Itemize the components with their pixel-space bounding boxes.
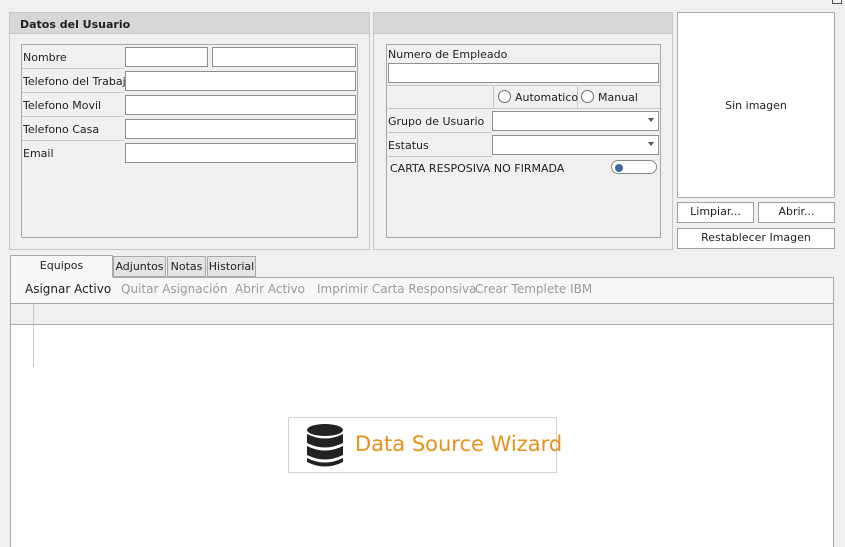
toggle-knob — [615, 164, 623, 172]
num-empleado-label: Numero de Empleado — [388, 48, 508, 61]
tab-adjuntos[interactable]: Adjuntos — [113, 256, 166, 277]
tel-trabajo-input[interactable] — [125, 71, 356, 91]
tab-equipos-asignados[interactable]: Equipos Asignados — [10, 255, 113, 292]
nombre-first-input[interactable] — [125, 47, 208, 67]
nombre-last-input[interactable] — [212, 47, 356, 67]
remove-assignment-button[interactable]: Quitar Asignación — [121, 282, 227, 296]
clear-image-button[interactable]: Limpiar... — [677, 202, 754, 223]
print-letter-button[interactable]: Imprimir Carta Responsiva — [317, 282, 476, 296]
email-label: Email — [23, 147, 54, 160]
grid-header — [11, 304, 833, 325]
radio-automatico[interactable] — [498, 90, 511, 103]
radio-manual-label: Manual — [598, 91, 638, 104]
data-source-wizard-button[interactable]: Data Source Wizard — [288, 417, 562, 473]
assign-asset-button[interactable]: Asignar Activo — [25, 282, 111, 296]
image-placeholder-text: Sin imagen — [725, 99, 787, 112]
open-asset-button[interactable]: Abrir Activo — [235, 282, 305, 296]
estatus-label: Estatus — [388, 139, 429, 152]
employee-panel-header — [373, 12, 673, 34]
user-panel-header: Datos del Usuario — [9, 12, 370, 34]
create-template-button[interactable]: Crear Templete IBM — [475, 282, 592, 296]
radio-manual[interactable] — [581, 90, 594, 103]
data-source-wizard-label: Data Source Wizard — [355, 432, 563, 456]
num-empleado-input[interactable] — [388, 63, 659, 83]
email-input[interactable] — [125, 143, 356, 163]
chevron-down-icon — [648, 142, 654, 146]
reset-image-button[interactable]: Restablecer Imagen — [677, 228, 835, 249]
nombre-label: Nombre — [23, 51, 67, 64]
tab-historial[interactable]: Historial — [207, 256, 256, 277]
radio-automatico-label: Automatico — [515, 91, 579, 104]
estatus-select[interactable] — [492, 135, 659, 155]
tel-casa-label: Telefono Casa — [23, 123, 100, 136]
open-image-button[interactable]: Abrir... — [758, 202, 835, 223]
tel-casa-input[interactable] — [125, 119, 356, 139]
maximize-icon[interactable] — [832, 0, 842, 4]
tab-notas[interactable]: Notas — [167, 256, 206, 277]
tel-trabajo-label: Telefono del Trabajo — [23, 75, 133, 88]
grupo-select[interactable] — [492, 111, 659, 131]
tel-movil-label: Telefono Movil — [23, 99, 102, 112]
database-icon — [307, 424, 343, 467]
carta-toggle[interactable] — [611, 160, 657, 174]
grid-row-indicator-column — [33, 304, 34, 367]
tel-movil-input[interactable] — [125, 95, 356, 115]
user-panel-title: Datos del Usuario — [20, 18, 131, 31]
carta-label: CARTA RESPOSIVA NO FIRMADA — [390, 162, 565, 175]
grupo-label: Grupo de Usuario — [388, 115, 485, 128]
radio-divider — [493, 85, 494, 109]
chevron-down-icon — [648, 118, 654, 122]
